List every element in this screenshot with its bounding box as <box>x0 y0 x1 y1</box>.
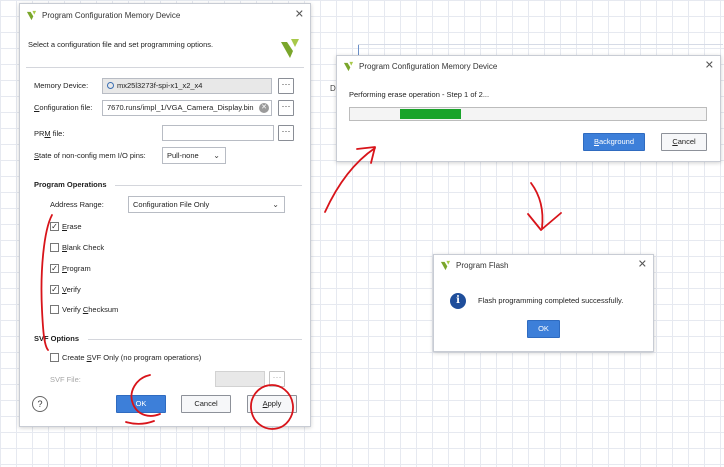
blank-check-label: Blank Check <box>62 243 105 252</box>
divider <box>26 67 304 68</box>
blank-check-checkbox[interactable] <box>50 243 59 252</box>
config-file-field[interactable]: 7670.runs/impl_1/VGA_Camera_Display.bin … <box>102 100 272 116</box>
info-icon: i <box>450 293 466 309</box>
address-range-label: Address Range: <box>50 200 104 209</box>
memory-device-value: mx25l3273f-spi-x1_x2_x4 <box>117 81 203 90</box>
help-icon[interactable]: ? <box>32 396 48 412</box>
svf-options-header: SVF Options <box>34 334 79 343</box>
chevron-down-icon: ⌄ <box>272 200 279 209</box>
title-bar: Program Configuration Memory Device ✕ <box>337 56 720 76</box>
vivado-logo-icon <box>343 61 354 71</box>
memory-device-label: Memory Device: <box>34 81 89 90</box>
chip-icon <box>107 82 114 89</box>
erase-progress-bar <box>349 107 707 121</box>
create-svf-label: Create SVF Only (no program operations) <box>62 353 202 362</box>
annotation-arrow-down <box>530 182 544 229</box>
flash-ok-button[interactable]: OK <box>527 320 560 338</box>
prm-file-label: PRM file: <box>34 129 65 138</box>
prm-file-field[interactable] <box>162 125 274 141</box>
divider <box>115 185 302 186</box>
svf-file-label: SVF File: <box>50 375 81 384</box>
flash-success-message: Flash programming completed successfully… <box>478 296 624 305</box>
vivado-logo-icon <box>26 10 37 20</box>
close-icon[interactable]: ✕ <box>295 9 304 21</box>
verify-checkbox[interactable]: ✓ <box>50 285 59 294</box>
vivado-logo-icon <box>440 260 451 270</box>
annotation-arrow-down-head <box>527 212 562 231</box>
chevron-down-icon: ⌄ <box>213 151 220 160</box>
config-file-label-text: onfiguration file: <box>39 103 93 112</box>
progress-status-text: Performing erase operation - Step 1 of 2… <box>349 90 490 99</box>
close-icon[interactable]: ✕ <box>638 259 647 271</box>
flash-dialog-title: Program Flash <box>456 260 509 270</box>
verify-label: Verify <box>62 285 81 294</box>
svf-file-label-text: SVF File: <box>50 375 81 384</box>
ok-button[interactable]: OK <box>116 395 166 413</box>
progress-dialog-title: Program Configuration Memory Device <box>359 61 498 71</box>
program-config-memory-dialog: Program Configuration Memory Device ✕ Se… <box>19 3 311 427</box>
program-checkbox[interactable]: ✓ <box>50 264 59 273</box>
progress-cancel-button[interactable]: Cancel <box>661 133 707 151</box>
progress-dialog: Program Configuration Memory Device ✕ Pe… <box>336 55 721 162</box>
svf-file-field <box>215 371 265 387</box>
cancel-button[interactable]: Cancel <box>181 395 231 413</box>
address-range-dropdown[interactable]: Configuration File Only ⌄ <box>128 196 285 213</box>
state-pins-label: State of non-config mem I/O pins: <box>34 151 146 160</box>
program-operations-header: Program Operations <box>34 180 107 189</box>
svf-file-browse-button: ··· <box>269 371 285 387</box>
erase-label: Erase <box>62 222 82 231</box>
state-pins-value: Pull-none <box>167 151 199 160</box>
close-icon[interactable]: ✕ <box>705 60 714 72</box>
title-bar: Program Configuration Memory Device ✕ <box>20 4 310 26</box>
memory-device-browse-button[interactable]: ··· <box>278 78 294 94</box>
progress-fill <box>400 109 461 119</box>
program-label: Program <box>62 264 91 273</box>
clear-icon[interactable]: ✕ <box>259 103 269 113</box>
erase-checkbox[interactable]: ✓ <box>50 222 59 231</box>
address-range-value: Configuration File Only <box>133 200 210 209</box>
prm-file-browse-button[interactable]: ··· <box>278 125 294 141</box>
verify-checksum-checkbox[interactable] <box>50 305 59 314</box>
dialog-title: Program Configuration Memory Device <box>42 10 181 20</box>
state-pins-dropdown[interactable]: Pull-none ⌄ <box>162 147 226 164</box>
instruction-text: Select a configuration file and set prog… <box>28 40 214 49</box>
config-file-label: Configuration file: <box>34 103 93 112</box>
background-button[interactable]: Background <box>583 133 645 151</box>
config-file-value: 7670.runs/impl_1/VGA_Camera_Display.bin <box>107 103 254 112</box>
program-flash-dialog: Program Flash ✕ i Flash programming comp… <box>433 254 654 352</box>
divider <box>88 339 302 340</box>
apply-button[interactable]: Apply <box>247 395 297 413</box>
background-line <box>358 44 723 45</box>
config-file-browse-button[interactable]: ··· <box>278 100 294 116</box>
vivado-logo-icon <box>281 39 299 58</box>
create-svf-checkbox[interactable] <box>50 353 59 362</box>
title-bar: Program Flash ✕ <box>434 255 653 275</box>
memory-device-field: mx25l3273f-spi-x1_x2_x4 <box>102 78 272 94</box>
verify-checksum-label: Verify Checksum <box>62 305 119 314</box>
